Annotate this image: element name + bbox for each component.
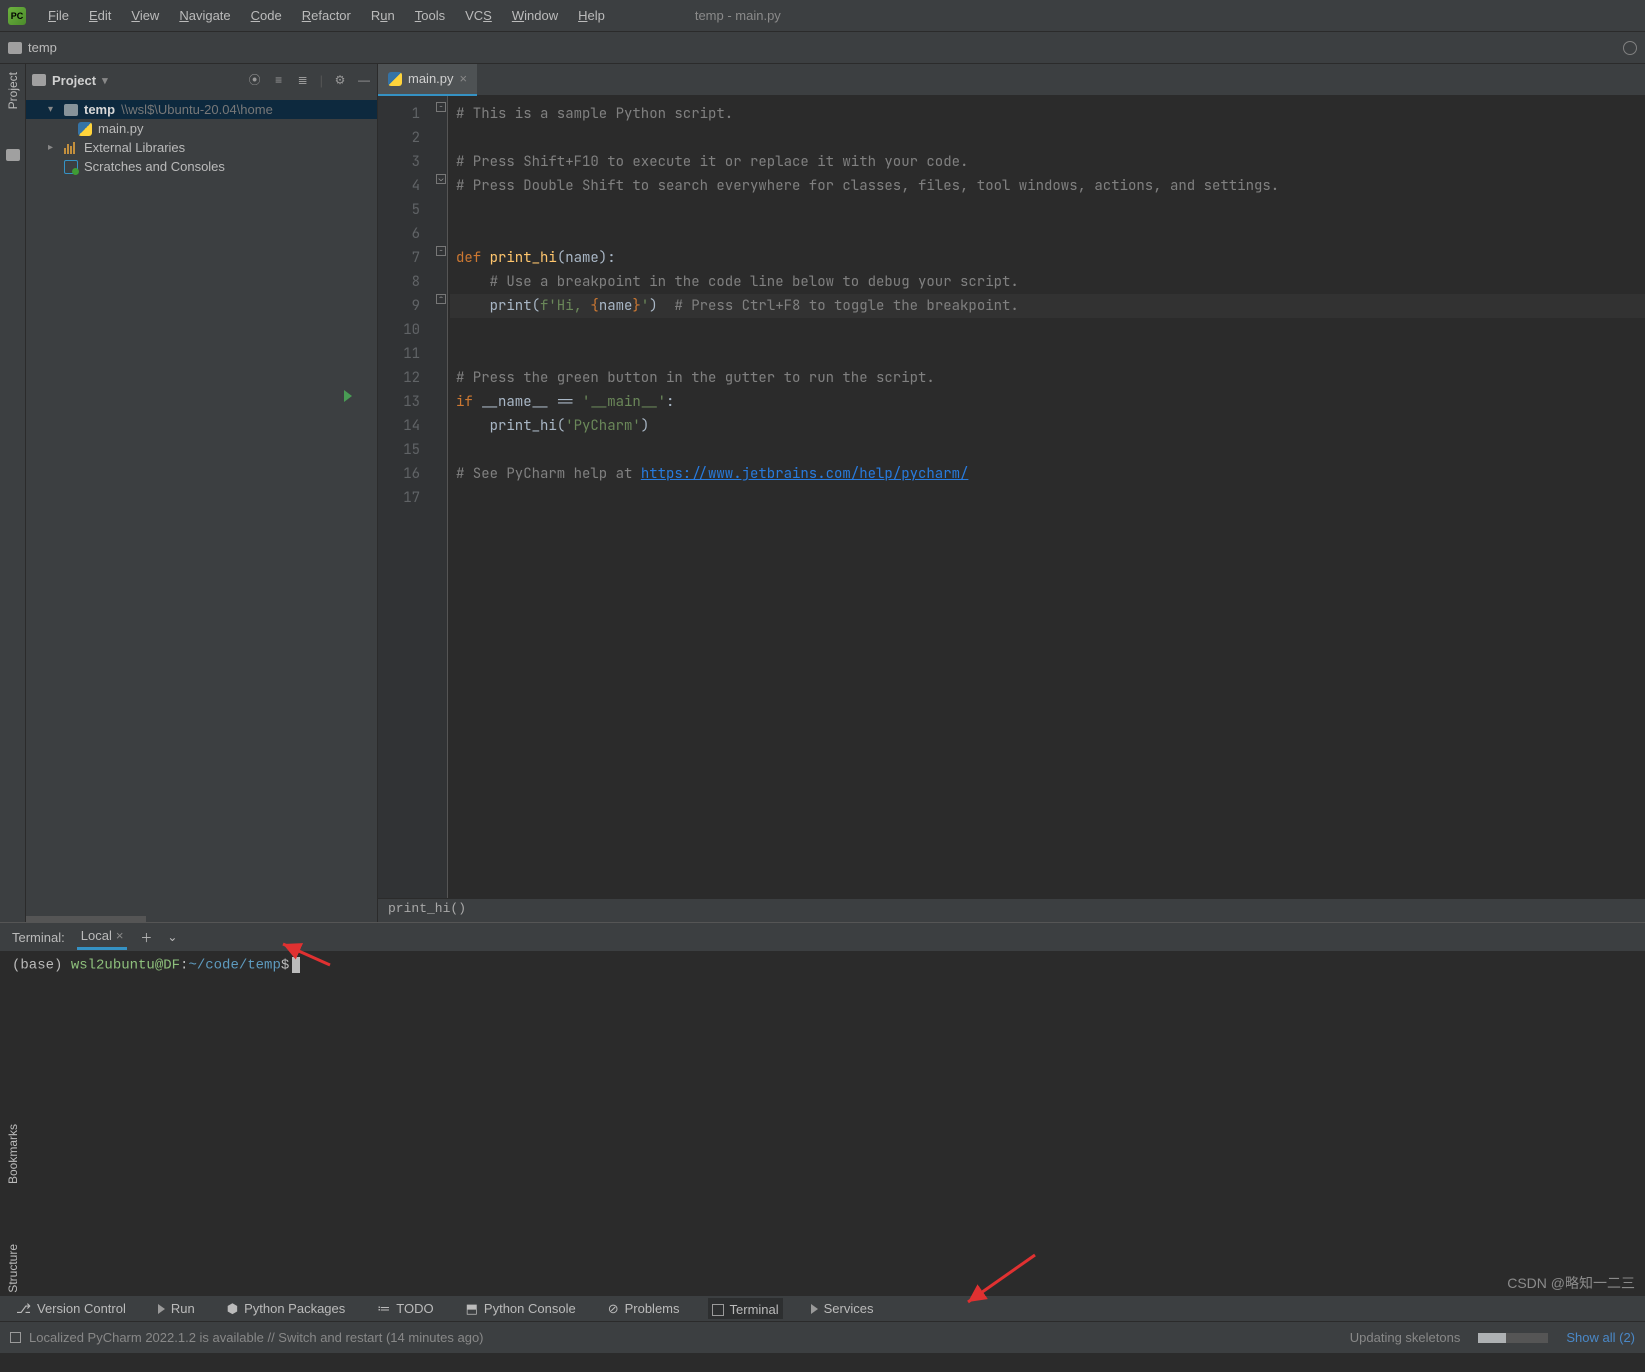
branch-icon: ⎇ <box>16 1301 31 1317</box>
folder-icon[interactable] <box>6 149 20 161</box>
select-opened-file-icon[interactable]: ⦿ <box>248 73 262 87</box>
project-panel-header: Project ▾ ⦿ ≡ ≣ | ⚙ — <box>26 64 377 96</box>
status-updating: Updating skeletons <box>1350 1330 1461 1345</box>
window-title: temp - main.py <box>695 8 781 23</box>
tree-external-libs[interactable]: ▸ External Libraries <box>26 138 377 157</box>
collapse-all-icon[interactable]: ≣ <box>296 73 310 87</box>
run-gutter-icon[interactable] <box>344 390 352 402</box>
tool-run[interactable]: Run <box>154 1299 199 1318</box>
chevron-down-icon[interactable]: ⌄ <box>165 930 179 944</box>
app-icon: PC <box>8 7 26 25</box>
menu-run[interactable]: Run <box>361 4 405 27</box>
console-icon: ⬒ <box>466 1301 478 1317</box>
fold-marker[interactable]: - <box>436 246 446 256</box>
tree-file-main[interactable]: main.py <box>26 119 377 138</box>
project-panel: Project ▾ ⦿ ≡ ≣ | ⚙ — ▾ temp \\wsl$\Ubun… <box>26 64 378 922</box>
library-icon <box>64 142 78 154</box>
terminal-icon <box>712 1304 724 1316</box>
breadcrumb-root[interactable]: temp <box>28 40 57 55</box>
editor-gutter[interactable]: 1 2 3 4 5 6 7 8 9 10 11 12 13 14 15 16 1… <box>378 96 434 898</box>
progress-bar <box>1478 1333 1548 1343</box>
fold-marker[interactable]: - <box>436 102 446 112</box>
navigation-bar: temp <box>0 32 1645 64</box>
left-stripe-bottom: Bookmarks Structure <box>0 1124 26 1293</box>
python-file-icon <box>388 72 402 86</box>
watermark: CSDN @略知一二三 <box>1507 1273 1635 1293</box>
editor-code[interactable]: # This is a sample Python script. # Pres… <box>448 96 1645 898</box>
tool-structure[interactable]: Structure <box>6 1244 20 1293</box>
tool-version-control[interactable]: ⎇Version Control <box>12 1299 130 1319</box>
tree-root[interactable]: ▾ temp \\wsl$\Ubuntu-20.04\home <box>26 100 377 119</box>
close-icon[interactable]: × <box>460 71 468 86</box>
terminal-cursor <box>292 957 300 973</box>
user-icon[interactable] <box>1623 41 1637 55</box>
gear-icon[interactable]: ⚙ <box>333 73 347 87</box>
project-panel-title: Project <box>52 73 96 88</box>
status-icon[interactable] <box>10 1332 21 1343</box>
editor-tab-main[interactable]: main.py × <box>378 64 477 96</box>
tree-root-path: \\wsl$\Ubuntu-20.04\home <box>121 102 273 117</box>
menubar: PC File Edit View Navigate Code Refactor… <box>0 0 1645 32</box>
tool-problems[interactable]: ⊘Problems <box>604 1299 684 1319</box>
scratches-icon <box>64 160 78 174</box>
package-icon: ⬢ <box>227 1301 238 1317</box>
warning-icon: ⊘ <box>608 1301 619 1317</box>
terminal-header: Terminal: Local × ＋ ⌄ <box>0 923 1645 951</box>
tree-file-label: main.py <box>98 121 144 136</box>
project-tree: ▾ temp \\wsl$\Ubuntu-20.04\home main.py … <box>26 96 377 180</box>
menu-code[interactable]: Code <box>241 4 292 27</box>
tool-project[interactable]: Project <box>6 72 20 109</box>
terminal-title: Terminal: <box>12 930 65 945</box>
breadcrumb-function[interactable]: print_hi() <box>378 898 1645 922</box>
list-icon: ≔ <box>377 1301 390 1317</box>
editor-tabs: main.py × <box>378 64 1645 96</box>
editor-area: main.py × 1 2 3 4 5 6 7 8 9 10 11 12 13 … <box>378 64 1645 922</box>
menu-file[interactable]: File <box>38 4 79 27</box>
menu-edit[interactable]: Edit <box>79 4 121 27</box>
folder-icon <box>64 104 78 116</box>
fold-marker[interactable]: ⌃ <box>436 294 446 304</box>
left-tool-stripe: Project <box>0 64 26 922</box>
menu-refactor[interactable]: Refactor <box>292 4 361 27</box>
editor-tab-label: main.py <box>408 71 454 86</box>
tree-ext-label: External Libraries <box>84 140 185 155</box>
menu-tools[interactable]: Tools <box>405 4 455 27</box>
python-file-icon <box>78 122 92 136</box>
menu-vcs[interactable]: VCS <box>455 4 502 27</box>
tool-python-console[interactable]: ⬒Python Console <box>462 1299 580 1319</box>
close-icon[interactable]: × <box>116 928 124 943</box>
folder-icon <box>8 42 22 54</box>
status-bar: Localized PyCharm 2022.1.2 is available … <box>0 1321 1645 1353</box>
status-show-all[interactable]: Show all (2) <box>1566 1330 1635 1345</box>
fold-bar[interactable]: - ⌄ - ⌃ <box>434 96 448 898</box>
fold-marker[interactable]: ⌄ <box>436 174 446 184</box>
add-terminal-icon[interactable]: ＋ <box>139 930 153 944</box>
status-message[interactable]: Localized PyCharm 2022.1.2 is available … <box>29 1330 484 1345</box>
folder-icon <box>32 74 46 86</box>
expand-all-icon[interactable]: ≡ <box>272 73 286 87</box>
menu-view[interactable]: View <box>121 4 169 27</box>
tool-services[interactable]: Services <box>807 1299 878 1318</box>
menu-navigate[interactable]: Navigate <box>169 4 240 27</box>
menu-window[interactable]: Window <box>502 4 568 27</box>
tool-terminal[interactable]: Terminal <box>708 1298 783 1319</box>
terminal-tab-local[interactable]: Local × <box>77 925 128 950</box>
project-scrollbar[interactable] <box>26 916 146 922</box>
tool-bookmarks[interactable]: Bookmarks <box>6 1124 20 1184</box>
tree-scratches[interactable]: Scratches and Consoles <box>26 157 377 176</box>
play-icon <box>158 1304 165 1314</box>
tool-todo[interactable]: ≔TODO <box>373 1299 437 1319</box>
menu-help[interactable]: Help <box>568 4 615 27</box>
hide-icon[interactable]: — <box>357 73 371 87</box>
tree-scratches-label: Scratches and Consoles <box>84 159 225 174</box>
play-icon <box>811 1304 818 1314</box>
tree-root-label: temp <box>84 102 115 117</box>
bottom-tool-bar: ⎇Version Control Run ⬢Python Packages ≔T… <box>0 1295 1645 1321</box>
tool-python-packages[interactable]: ⬢Python Packages <box>223 1299 350 1319</box>
